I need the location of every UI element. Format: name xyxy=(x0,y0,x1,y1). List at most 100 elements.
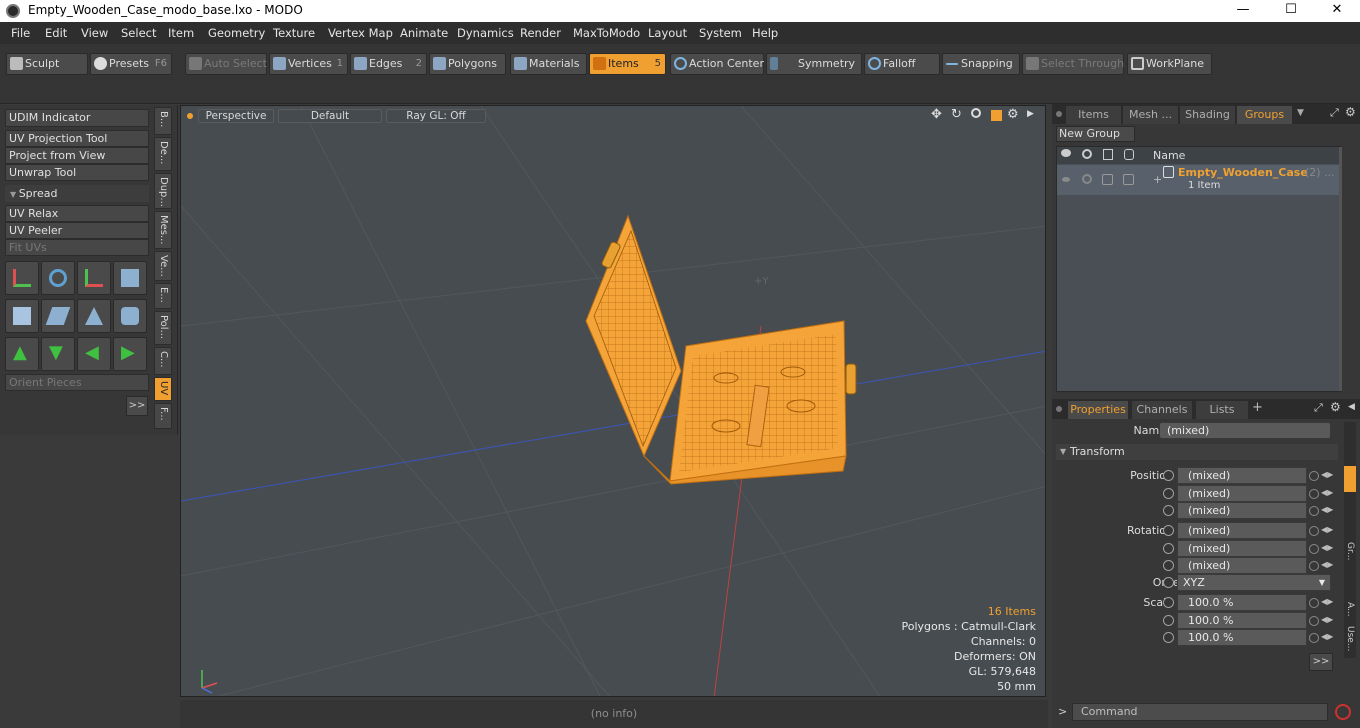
panel-gear-icon[interactable]: ⚙ xyxy=(1345,105,1356,119)
orient-pieces-tool[interactable]: Orient Pieces xyxy=(5,374,149,391)
position-z-field[interactable]: (mixed) xyxy=(1177,502,1307,519)
action-center-button[interactable]: Action Center xyxy=(670,53,764,75)
add-tab-button[interactable]: + xyxy=(1252,400,1263,415)
link-icon[interactable] xyxy=(1309,506,1319,516)
stepper-arrows-icon[interactable]: ◀▶ xyxy=(1321,543,1333,552)
stepper-arrows-icon[interactable]: ◀▶ xyxy=(1321,615,1333,624)
menu-layout[interactable]: Layout xyxy=(648,26,687,40)
expand-panel-icon[interactable]: ⤢ xyxy=(1314,401,1323,415)
position-x-field[interactable]: (mixed) xyxy=(1177,467,1307,484)
menu-render[interactable]: Render xyxy=(520,26,561,40)
menu-dynamics[interactable]: Dynamics xyxy=(457,26,514,40)
menu-item[interactable]: Item xyxy=(168,26,194,40)
expand-panel-icon[interactable]: ⤢ xyxy=(1330,106,1339,120)
animate-toggle[interactable] xyxy=(1163,597,1174,608)
rotation-y-field[interactable]: (mixed) xyxy=(1177,540,1307,557)
animate-toggle[interactable] xyxy=(1163,615,1174,626)
link-icon[interactable] xyxy=(1309,616,1319,626)
udim-indicator-tool[interactable]: UDIM Indicator xyxy=(5,109,149,127)
link-icon[interactable] xyxy=(1309,526,1319,536)
expand-icon[interactable]: + xyxy=(1153,173,1162,186)
groups-scrollbar[interactable] xyxy=(1339,147,1342,391)
menu-help[interactable]: Help xyxy=(752,26,778,40)
stepper-arrows-icon[interactable]: ◀▶ xyxy=(1321,597,1333,606)
scale-z-field[interactable]: 100.0 % xyxy=(1177,629,1307,646)
polygons-button[interactable]: Polygons xyxy=(429,53,506,75)
tab-deform[interactable]: De... xyxy=(154,137,172,171)
workplane-button[interactable]: WorkPlane xyxy=(1127,53,1212,75)
tab-items[interactable]: Items xyxy=(1066,106,1121,124)
animate-toggle[interactable] xyxy=(1163,560,1174,571)
gear-icon[interactable]: ⚙ xyxy=(1007,107,1019,122)
uv-projection-tool[interactable]: UV Projection Tool xyxy=(5,130,149,147)
link-icon[interactable] xyxy=(1309,633,1319,643)
tab-groups[interactable]: Groups xyxy=(1237,106,1292,124)
link-icon[interactable] xyxy=(1309,489,1319,499)
menu-select[interactable]: Select xyxy=(121,26,156,40)
rotation-x-field[interactable]: (mixed) xyxy=(1177,522,1307,539)
presets-button[interactable]: Presets F6 xyxy=(90,53,172,75)
group-row-empty-wooden-case[interactable]: + Empty_Wooden_Case (2) ... 1 Item xyxy=(1057,165,1341,195)
perspective-dropdown[interactable]: Perspective xyxy=(198,109,274,123)
scale-y-field[interactable]: 100.0 % xyxy=(1177,612,1307,629)
animate-toggle[interactable] xyxy=(1163,525,1174,536)
rotation-z-field[interactable]: (mixed) xyxy=(1177,557,1307,574)
minimize-button[interactable]: — xyxy=(1220,0,1266,22)
collapse-icon[interactable]: ◀ xyxy=(1348,402,1355,412)
tab-properties[interactable]: Properties xyxy=(1068,401,1128,419)
select-icon[interactable] xyxy=(1124,149,1134,160)
menu-file[interactable]: File xyxy=(11,26,30,40)
row-render-icon[interactable] xyxy=(1082,174,1092,184)
animate-toggle[interactable] xyxy=(1163,488,1174,499)
tab-mesh-edit[interactable]: Mes... xyxy=(154,211,172,249)
row-eye-icon[interactable] xyxy=(1062,177,1070,182)
tab-fusion[interactable]: F... xyxy=(154,403,172,429)
viewport-scene[interactable]: +Y xyxy=(181,106,1046,697)
side-tab-user[interactable]: Use... xyxy=(1345,626,1355,651)
uv-cone-tool-button[interactable] xyxy=(77,299,111,333)
3d-viewport[interactable]: +Y Perspective Default Ray GL: Off ✥ ↻ ⚙… xyxy=(180,105,1046,697)
record-icon[interactable] xyxy=(1335,704,1351,720)
pan-icon[interactable]: ✥ xyxy=(931,107,942,122)
tab-dropdown-icon[interactable]: ▼ xyxy=(1297,108,1304,118)
uv-relax-tool[interactable]: UV Relax xyxy=(5,205,149,222)
uv-plane-tool-button[interactable] xyxy=(41,299,75,333)
panel-gear-icon[interactable]: ⚙ xyxy=(1330,400,1341,414)
side-tab-active[interactable] xyxy=(1344,466,1356,492)
scale-x-field[interactable]: 100.0 % xyxy=(1177,594,1307,611)
stepper-arrows-icon[interactable]: ◀▶ xyxy=(1321,470,1333,479)
align-left-button[interactable]: ◀ xyxy=(77,337,111,371)
position-y-field[interactable]: (mixed) xyxy=(1177,485,1307,502)
tab-edge[interactable]: E... xyxy=(154,283,172,309)
animate-toggle[interactable] xyxy=(1163,632,1174,643)
edges-button[interactable]: Edges 2 xyxy=(350,53,427,75)
menu-edit[interactable]: Edit xyxy=(45,26,67,40)
animate-toggle[interactable] xyxy=(1163,543,1174,554)
side-tab-assembly[interactable]: A... xyxy=(1345,602,1355,617)
lock-icon[interactable] xyxy=(1103,149,1113,160)
side-tab-groups[interactable]: Gr... xyxy=(1345,542,1355,560)
symmetry-button[interactable]: Symmetry xyxy=(766,53,862,75)
align-up-button[interactable]: ▲ xyxy=(5,337,39,371)
materials-button[interactable]: Materials xyxy=(510,53,587,75)
vertices-button[interactable]: Vertices 1 xyxy=(269,53,348,75)
menu-geometry[interactable]: Geometry xyxy=(208,26,265,40)
tab-basic[interactable]: B... xyxy=(154,107,172,135)
zoom-icon[interactable] xyxy=(971,108,981,118)
more-tools-button[interactable]: >> xyxy=(126,396,148,416)
select-through-button[interactable]: Select Through xyxy=(1022,53,1124,75)
expand-right-icon[interactable]: ▶ xyxy=(1027,109,1034,119)
orbit-icon[interactable]: ↻ xyxy=(951,107,962,122)
maximize-button[interactable]: ☐ xyxy=(1268,0,1314,22)
menu-view[interactable]: View xyxy=(81,26,108,40)
row-select-checkbox[interactable] xyxy=(1123,174,1134,185)
link-icon[interactable] xyxy=(1309,598,1319,608)
menu-vertex-map[interactable]: Vertex Map xyxy=(328,26,393,40)
falloff-button[interactable]: Falloff xyxy=(864,53,940,75)
uv-mesh-tool-button[interactable] xyxy=(5,299,39,333)
tab-polygon[interactable]: Pol... xyxy=(154,311,172,345)
items-button[interactable]: Items 5 xyxy=(589,53,666,75)
align-right-button[interactable]: ▶ xyxy=(113,337,147,371)
sculpt-button[interactable]: Sculpt xyxy=(6,53,88,75)
uv-scale-tool-button[interactable] xyxy=(113,261,147,295)
